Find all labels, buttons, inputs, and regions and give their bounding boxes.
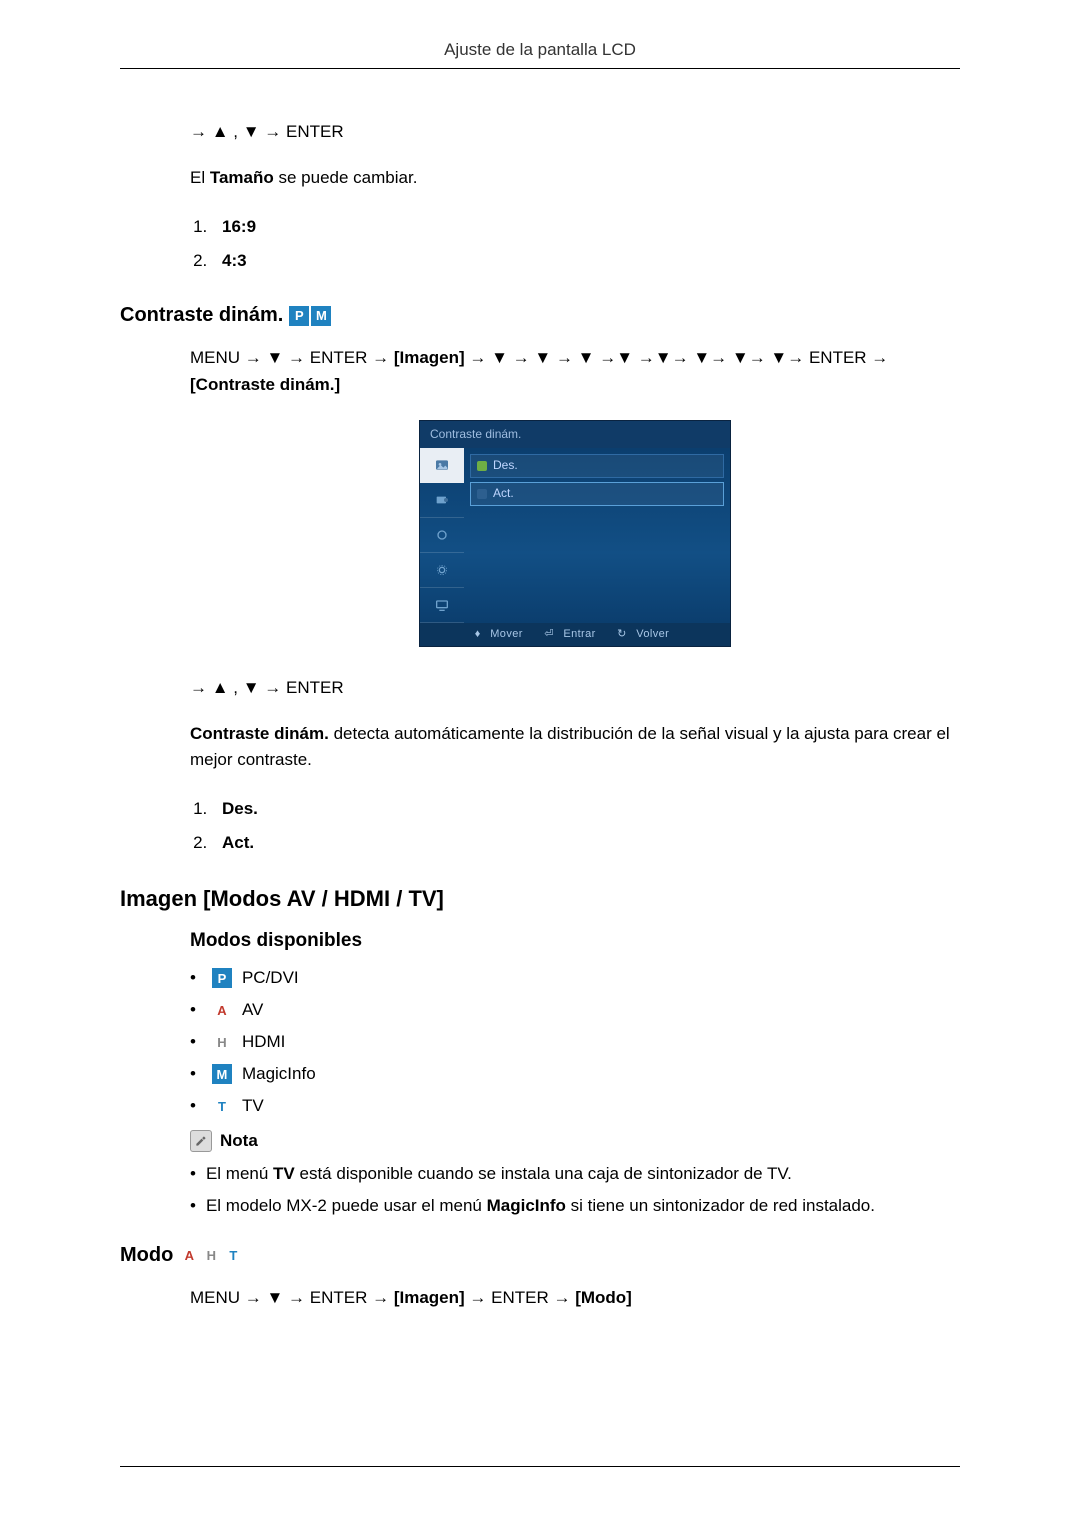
footer-rule: [120, 1466, 960, 1467]
note-text: El modelo MX-2 puede usar el menú MagicI…: [206, 1196, 875, 1216]
badge-p-icon: P: [289, 306, 309, 326]
nav-sequence: → ▲ , ▼ → ENTER: [190, 119, 960, 145]
text: MENU → ▼ → ENTER →: [190, 1288, 394, 1307]
bullet-icon: [477, 461, 487, 471]
footer-back: ↻ Volver: [617, 628, 675, 640]
footer-move: ♦ Mover: [475, 628, 529, 640]
osd-screenshot: Contraste dinám.: [419, 420, 731, 647]
list-item: 16:9: [212, 214, 960, 240]
list-item: El menú TV está disponible cuando se ins…: [190, 1164, 960, 1184]
list-item: M MagicInfo: [190, 1064, 960, 1084]
section-heading-mode: Modo AHT: [120, 1244, 960, 1267]
mode-label: AV: [242, 1000, 263, 1020]
badge-p-icon: P: [212, 968, 232, 988]
gear-icon: [434, 562, 450, 578]
osd-tab-sound: [420, 483, 464, 518]
osd-tab-picture: [420, 448, 464, 483]
list-item: T TV: [190, 1096, 960, 1116]
menu-path: MENU → ▼ → ENTER → [Imagen] → ▼ → ▼ → ▼ …: [190, 345, 960, 398]
osd-tab: [420, 518, 464, 553]
path-token: [Contraste dinám.]: [190, 375, 340, 394]
text: MENU → ▼ → ENTER →: [190, 348, 394, 367]
osd-title: Contraste dinám.: [420, 421, 730, 448]
note-text: El menú TV está disponible cuando se ins…: [206, 1164, 792, 1184]
option-label: Act.: [493, 484, 514, 503]
text: → ENTER →: [465, 1288, 576, 1307]
note-label: Nota: [220, 1131, 258, 1151]
page-header: Ajuste de la pantalla LCD: [120, 40, 960, 69]
mode-label: TV: [242, 1096, 264, 1116]
badge-h-icon: H: [201, 1246, 221, 1266]
list-item: Act.: [212, 830, 960, 856]
notes-list: El menú TV está disponible cuando se ins…: [190, 1164, 960, 1216]
option-label: Des.: [493, 456, 518, 475]
osd-option-on: Act.: [470, 482, 724, 506]
label: Volver: [636, 628, 669, 640]
path-token: [Imagen]: [394, 1288, 465, 1307]
badge-m-icon: M: [311, 306, 331, 326]
pencil-icon: [194, 1134, 208, 1148]
option: Des.: [222, 799, 258, 818]
modes-list: P PC/DVI A AV H HDMI M MagicInfo T TV: [190, 968, 960, 1116]
path-token: [Modo]: [575, 1288, 632, 1307]
osd-body: Des. Act.: [420, 448, 730, 623]
badge-a-icon: A: [212, 1000, 232, 1020]
list-item: Des.: [212, 796, 960, 822]
label: Mover: [490, 628, 523, 640]
mode-label: PC/DVI: [242, 968, 299, 988]
subheading-modes: Modos disponibles: [190, 930, 960, 952]
osd-tab: [420, 553, 464, 588]
text: → ▼ → ▼ → ▼ →▼ →▼→ ▼→ ▼→ ▼→ ENTER →: [465, 348, 889, 367]
text: se puede cambiar.: [274, 168, 418, 187]
list-item: El modelo MX-2 puede usar el menú MagicI…: [190, 1196, 960, 1216]
option: Act.: [222, 833, 254, 852]
list-item: H HDMI: [190, 1032, 960, 1052]
osd-main: Des. Act.: [464, 448, 730, 623]
mode-badges: PM: [289, 306, 331, 326]
bold-term: Tamaño: [210, 168, 274, 187]
contrast-options: Des. Act.: [190, 796, 960, 857]
footer-enter: ⏎ Entrar: [544, 628, 601, 640]
label: Entrar: [563, 628, 595, 640]
osd-option-off: Des.: [470, 454, 724, 478]
badge-m-icon: M: [212, 1064, 232, 1084]
badge-a-icon: A: [179, 1246, 199, 1266]
text: El: [190, 168, 210, 187]
menu-path: MENU → ▼ → ENTER → [Imagen] → ENTER → [M…: [190, 1285, 960, 1311]
option: 16:9: [222, 217, 256, 236]
section-heading-dynamic-contrast: Contraste dinám. PM: [120, 304, 960, 327]
list-item: 4:3: [212, 248, 960, 274]
list-item: A AV: [190, 1000, 960, 1020]
option: 4:3: [222, 251, 247, 270]
note-heading: Nota: [190, 1130, 960, 1152]
input-icon: [434, 597, 450, 613]
badge-t-icon: T: [223, 1246, 243, 1266]
osd-sidebar: [420, 448, 464, 623]
note-icon: [190, 1130, 212, 1152]
mode-badges: AHT: [179, 1246, 243, 1266]
contrast-description: Contraste dinám. detecta automáticamente…: [190, 721, 960, 774]
mode-label: MagicInfo: [242, 1064, 316, 1084]
heading-text: Modo: [120, 1244, 173, 1267]
section-heading-image: Imagen [Modos AV / HDMI / TV]: [120, 886, 960, 912]
mode-label: HDMI: [242, 1032, 285, 1052]
heading-text: Contraste dinám.: [120, 304, 283, 327]
size-intro: El Tamaño se puede cambiar.: [190, 165, 960, 191]
bold-term: Contraste dinám.: [190, 724, 329, 743]
picture-icon: [434, 457, 450, 473]
badge-h-icon: H: [212, 1032, 232, 1052]
list-item: P PC/DVI: [190, 968, 960, 988]
circle-icon: [434, 527, 450, 543]
osd-footer: ♦ Mover ⏎ Entrar ↻ Volver: [420, 623, 730, 646]
nav-sequence: → ▲ , ▼ → ENTER: [190, 675, 960, 701]
badge-t-icon: T: [212, 1096, 232, 1116]
sound-icon: [434, 492, 450, 508]
osd-tab: [420, 588, 464, 623]
path-token: [Imagen]: [394, 348, 465, 367]
size-list: 16:9 4:3: [190, 214, 960, 275]
bullet-icon: [477, 489, 487, 499]
